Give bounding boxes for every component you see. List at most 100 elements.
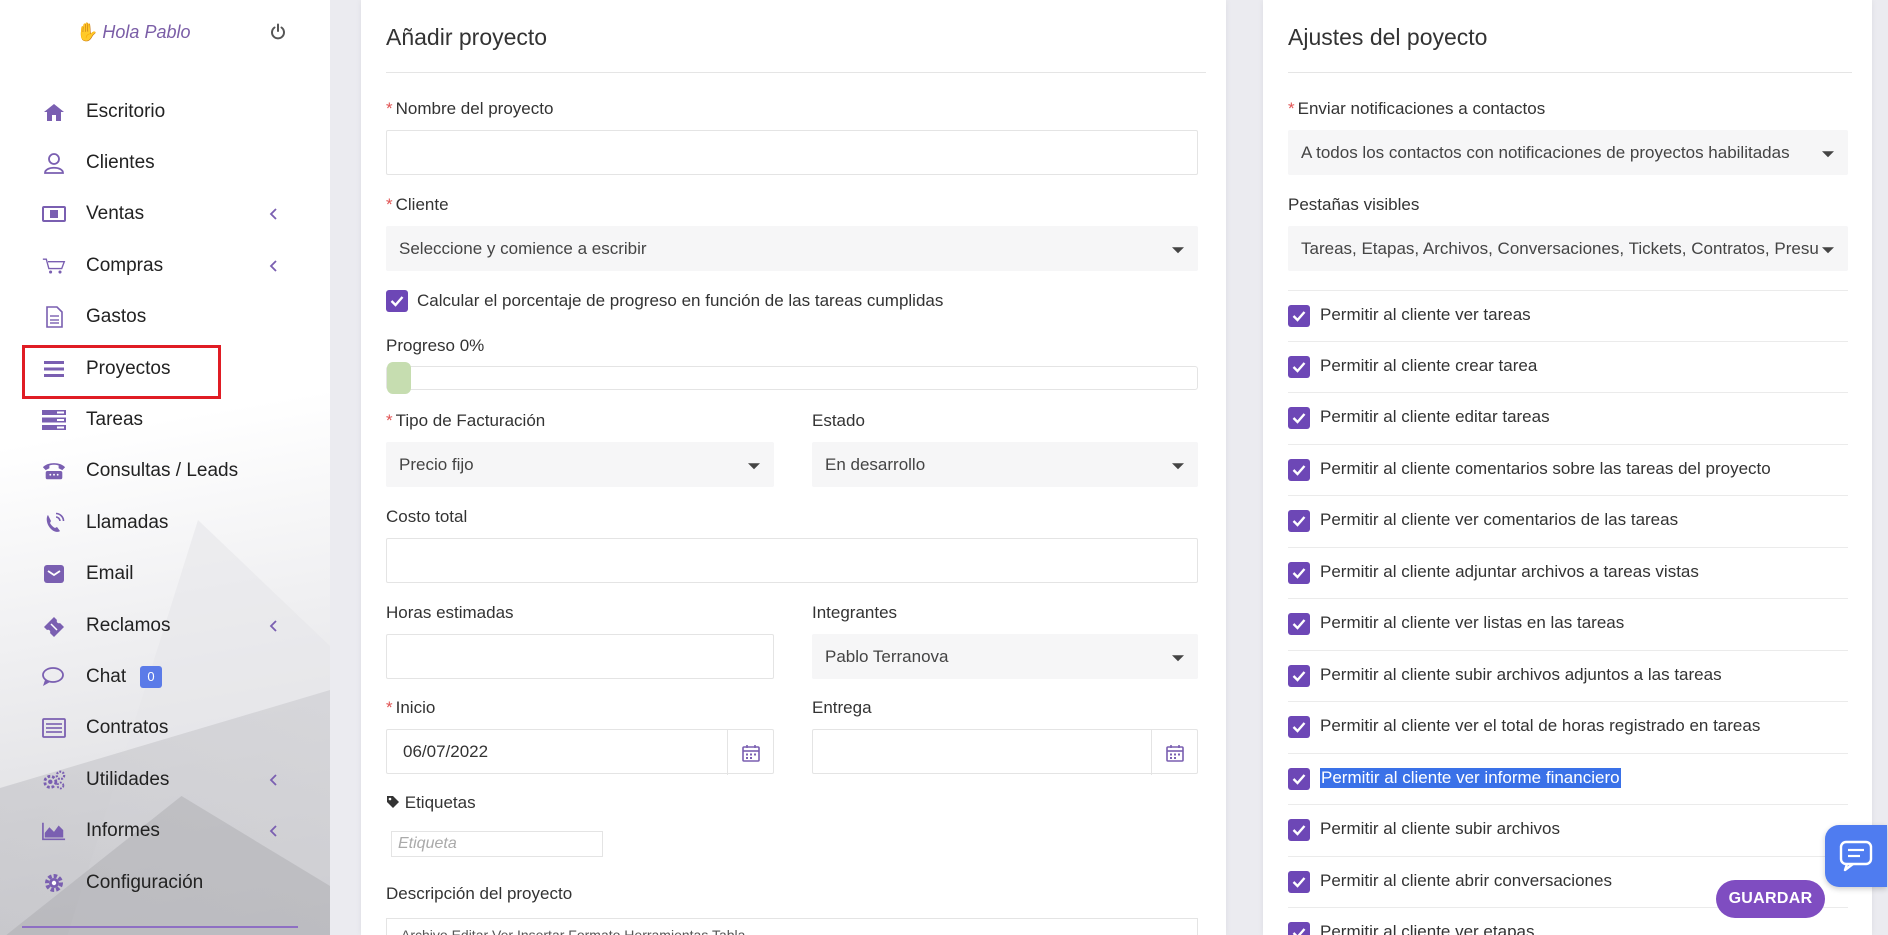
permission-row[interactable]: Permitir al cliente ver informe financie… — [1288, 754, 1848, 805]
ticket-icon — [42, 615, 66, 637]
permission-label: Permitir al cliente ver comentarios de l… — [1320, 510, 1679, 529]
billing-type-select[interactable]: Precio fijo — [386, 442, 774, 487]
progress-slider[interactable] — [386, 362, 1198, 394]
user-greeting[interactable]: ✋ Hola Pablo — [76, 22, 190, 43]
editor-toolbar[interactable]: Archivo Editar Ver Insertar Formato Herr… — [386, 918, 1198, 935]
chevron-left-icon — [268, 773, 280, 787]
sidebar-nav: Escritorio Clientes Ventas Compras Gasto… — [0, 86, 330, 908]
project-name-input[interactable] — [386, 130, 1198, 175]
sidebar-item-utilidades[interactable]: Utilidades — [0, 754, 330, 805]
permission-checkbox[interactable] — [1288, 716, 1310, 738]
sidebar-item-clientes[interactable]: Clientes — [0, 137, 330, 188]
sidebar-item-configuracion[interactable]: Configuración — [0, 857, 330, 908]
calendar-icon[interactable] — [727, 730, 773, 775]
sidebar-item-chat[interactable]: Chat 0 — [0, 651, 330, 702]
phone-volume-icon — [42, 512, 66, 534]
permission-checkbox[interactable] — [1288, 664, 1310, 687]
divider — [386, 72, 1206, 73]
due-date-input[interactable] — [812, 729, 1198, 775]
calc-progress-checkbox[interactable] — [386, 290, 408, 312]
client-select[interactable]: Seleccione y comience a escribir — [386, 226, 1198, 271]
chat-count-badge: 0 — [140, 665, 162, 688]
estimated-hours-input[interactable] — [386, 634, 774, 679]
sidebar-item-label: Escritorio — [86, 100, 166, 122]
visible-tabs-label: Pestañas visibles — [1288, 195, 1420, 214]
permission-row[interactable]: Permitir al cliente crear tarea — [1288, 342, 1848, 393]
contract-icon — [42, 717, 66, 739]
permission-row[interactable]: Permitir al cliente ver listas en las ta… — [1288, 599, 1848, 651]
tasks-icon — [42, 409, 66, 431]
permission-checkbox[interactable] — [1288, 922, 1310, 935]
sidebar-item-llamadas[interactable]: Llamadas — [0, 497, 330, 548]
sidebar-item-label: Informes — [86, 820, 160, 842]
members-select[interactable]: Pablo Terranova — [812, 634, 1198, 679]
sidebar-item-contratos[interactable]: Contratos — [0, 703, 330, 754]
permission-checkbox[interactable] — [1288, 407, 1310, 429]
permission-checkbox[interactable] — [1288, 305, 1310, 327]
sidebar-item-tareas[interactable]: Tareas — [0, 394, 330, 445]
sidebar-item-label: Reclamos — [86, 614, 171, 636]
permission-row[interactable]: Permitir al cliente ver tareas — [1288, 290, 1848, 342]
due-date-label: Entrega — [812, 698, 872, 717]
permission-row[interactable]: Permitir al cliente comentarios sobre la… — [1288, 445, 1848, 496]
sidebar-item-label: Proyectos — [86, 357, 171, 379]
permission-row[interactable]: Permitir al cliente ver comentarios de l… — [1288, 496, 1848, 548]
permission-label: Permitir al cliente abrir conversaciones — [1320, 870, 1612, 890]
status-value: En desarrollo — [825, 454, 926, 474]
total-cost-input[interactable] — [386, 538, 1198, 583]
project-name-label: * Nombre del proyecto — [386, 99, 554, 118]
permission-checkbox[interactable] — [1288, 870, 1310, 893]
sidebar-divider — [22, 926, 298, 928]
permission-checkbox[interactable] — [1288, 767, 1310, 790]
total-cost-label: Costo total — [386, 507, 468, 526]
sidebar-item-email[interactable]: Email — [0, 549, 330, 600]
permission-label: Permitir al cliente editar tareas — [1320, 407, 1550, 426]
permission-checkbox[interactable] — [1288, 561, 1310, 584]
user-icon — [42, 152, 66, 174]
permission-label: Permitir al cliente subir archivos — [1320, 819, 1560, 838]
start-date-input[interactable]: 06/07/2022 — [386, 729, 774, 775]
save-button[interactable]: GUARDAR — [1716, 880, 1825, 918]
permission-row[interactable]: Permitir al cliente subir archivos adjun… — [1288, 651, 1848, 702]
sidebar-item-informes[interactable]: Informes — [0, 805, 330, 856]
notify-contacts-label: * Enviar notificaciones a contactos — [1288, 99, 1546, 118]
caret-down-icon — [1172, 246, 1184, 253]
power-icon[interactable] — [268, 22, 288, 42]
sidebar-item-label: Clientes — [86, 152, 155, 174]
sidebar-item-reclamos[interactable]: Reclamos — [0, 600, 330, 651]
sidebar-item-compras[interactable]: Compras — [0, 240, 330, 291]
sidebar-item-ventas[interactable]: Ventas — [0, 189, 330, 240]
estimated-hours-label: Horas estimadas — [386, 603, 514, 622]
chevron-left-icon — [268, 824, 280, 838]
gear-icon — [42, 872, 66, 894]
money-icon — [42, 203, 66, 225]
chevron-left-icon — [268, 619, 280, 633]
notify-contacts-select[interactable]: A todos los contactos con notificaciones… — [1288, 130, 1848, 175]
chevron-left-icon — [268, 259, 280, 273]
calendar-icon[interactable] — [1151, 730, 1197, 775]
permission-row[interactable]: Permitir al cliente adjuntar archivos a … — [1288, 548, 1848, 599]
permission-row[interactable]: Permitir al cliente subir archivos — [1288, 805, 1848, 857]
visible-tabs-select[interactable]: Tareas, Etapas, Archivos, Conversaciones… — [1288, 226, 1848, 271]
start-date-label: * Inicio — [386, 698, 436, 717]
sidebar-item-label: Tareas — [86, 409, 144, 431]
permission-checkbox[interactable] — [1288, 355, 1310, 378]
sidebar-item-gastos[interactable]: Gastos — [0, 292, 330, 343]
user-header: ✋ Hola Pablo — [0, 0, 330, 68]
start-date-value: 06/07/2022 — [403, 741, 489, 761]
sidebar-item-escritorio[interactable]: Escritorio — [0, 86, 330, 137]
sidebar-item-consultas-leads[interactable]: Consultas / Leads — [0, 446, 330, 497]
permission-row[interactable]: Permitir al cliente ver el total de hora… — [1288, 702, 1848, 754]
permission-checkbox[interactable] — [1288, 510, 1310, 532]
status-select[interactable]: En desarrollo — [812, 442, 1198, 487]
permission-label: Permitir al cliente adjuntar archivos a … — [1320, 561, 1699, 581]
members-label: Integrantes — [812, 603, 898, 622]
permission-checkbox[interactable] — [1288, 458, 1310, 481]
sidebar-item-proyectos[interactable]: Proyectos — [0, 343, 330, 400]
chat-bubble-icon[interactable] — [1825, 825, 1887, 887]
permission-row[interactable]: Permitir al cliente editar tareas — [1288, 393, 1848, 445]
permission-checkbox[interactable] — [1288, 819, 1310, 841]
progress-slider-handle[interactable] — [387, 362, 411, 394]
tags-input[interactable]: Etiqueta — [391, 831, 603, 857]
permission-checkbox[interactable] — [1288, 613, 1310, 635]
